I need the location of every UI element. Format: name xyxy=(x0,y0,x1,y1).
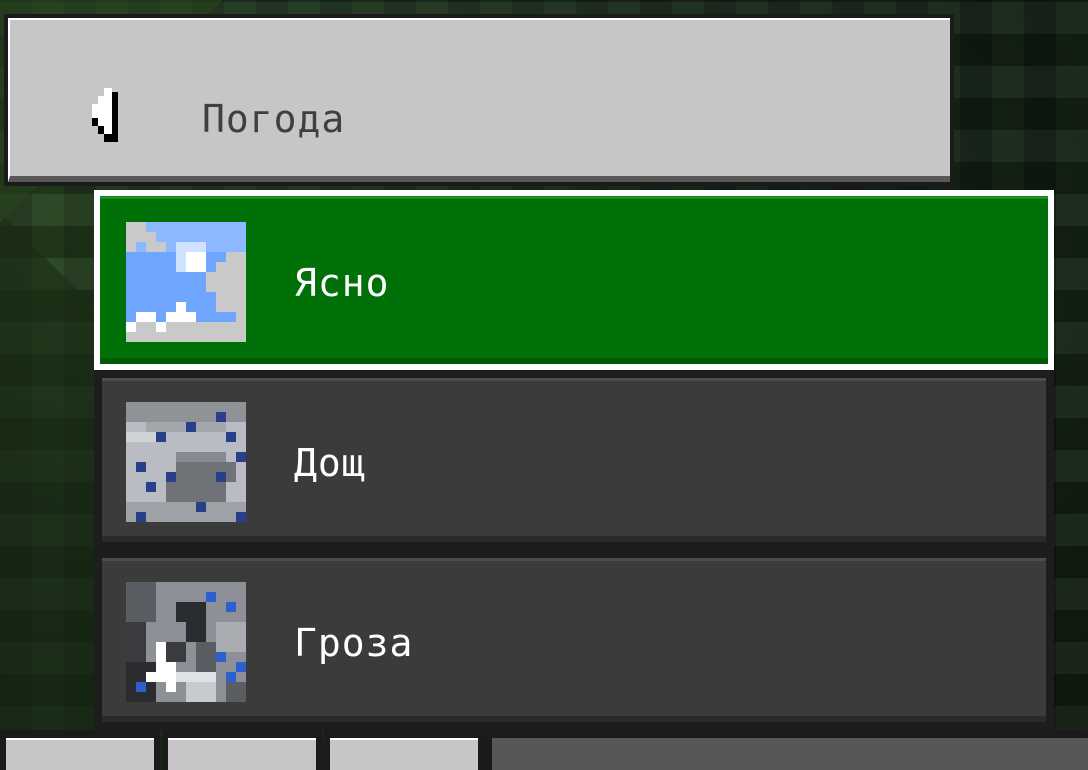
weather-option-clear[interactable]: Ясно xyxy=(94,190,1054,370)
panel-face xyxy=(492,738,1088,770)
header-bar: Погода xyxy=(4,14,954,186)
weather-option-label: Ясно xyxy=(294,261,390,305)
header-panel xyxy=(8,18,950,182)
bottom-tab-1[interactable] xyxy=(0,730,160,770)
tab-face xyxy=(330,738,478,770)
tab-face xyxy=(6,738,154,770)
bottom-content-panel xyxy=(484,730,1088,770)
rain-weather-icon xyxy=(126,402,246,522)
bottom-toolbar xyxy=(0,730,1088,770)
weather-option-label: Дощ xyxy=(294,441,366,485)
bottom-tab-2[interactable] xyxy=(162,730,322,770)
weather-option-thunder[interactable]: Гроза xyxy=(94,550,1054,730)
bottom-tab-3[interactable] xyxy=(324,730,484,770)
weather-list: Ясно Дощ Гроза xyxy=(94,190,1054,730)
tab-face xyxy=(168,738,316,770)
clear-weather-icon xyxy=(126,222,246,342)
weather-option-rain[interactable]: Дощ xyxy=(94,370,1054,550)
weather-option-label: Гроза xyxy=(294,621,414,665)
page-title: Погода xyxy=(202,97,346,141)
back-button[interactable] xyxy=(84,88,124,142)
thunder-weather-icon xyxy=(126,582,246,702)
chevron-left-icon xyxy=(92,88,118,142)
